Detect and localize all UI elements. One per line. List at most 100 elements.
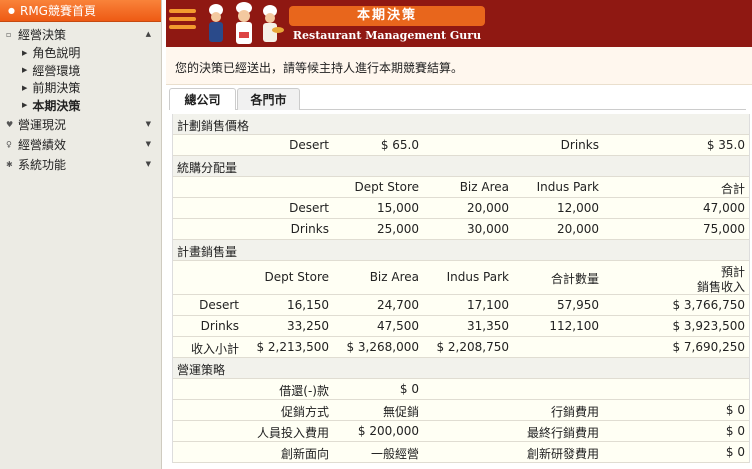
- sidebar-section-performance[interactable]: ♀ 經營績效 ▼: [0, 134, 161, 154]
- section-title: 營運策略: [177, 363, 226, 377]
- triangle-right-icon: ▶: [22, 83, 28, 92]
- table-row: 創新面向 一般經營 創新研發費用 $ 0: [173, 442, 749, 463]
- row-label: 促銷方式: [280, 405, 329, 419]
- cell-value: 30,000: [467, 222, 509, 236]
- cell-value: $ 2,213,500: [256, 340, 329, 354]
- cell-value: 無促銷: [382, 405, 419, 419]
- bulb-icon: ♀: [6, 139, 12, 149]
- sidebar-home-link[interactable]: ● RMG競賽首頁: [0, 0, 161, 22]
- tab-stores[interactable]: 各門市: [237, 88, 300, 111]
- section-header: 計畫銷售量: [173, 240, 749, 261]
- sidebar-item-previous-decision[interactable]: ▶ 前期決策: [0, 79, 161, 97]
- row-label: Desert: [289, 138, 329, 152]
- sidebar-item-current-decision[interactable]: ▶ 本期決策: [0, 97, 161, 115]
- sidebar-section-label: 經營績效: [18, 137, 67, 152]
- page-title: 本期決策: [289, 6, 485, 26]
- section-title: 統購分配量: [177, 161, 238, 175]
- row-label: 收入小計: [190, 342, 239, 356]
- triangle-right-icon: ▶: [22, 66, 28, 75]
- section-header: 統購分配量: [173, 156, 749, 177]
- sidebar-section-decisions[interactable]: ▫ 經營決策 ▲: [0, 24, 161, 44]
- cell-value: 15,000: [377, 201, 419, 215]
- row-label: 人員投入費用: [256, 426, 329, 440]
- sidebar-section-operations[interactable]: ♥ 營運現況 ▼: [0, 114, 161, 134]
- column-header: 合計: [720, 182, 745, 196]
- table-row: Desert $ 65.0 Drinks $ 35.0: [173, 135, 749, 156]
- cell-value: $ 0: [725, 403, 745, 417]
- row-label: 借還(-)款: [279, 384, 329, 398]
- cell-value: $ 0: [725, 445, 745, 459]
- cell-value: $ 7,690,250: [672, 340, 745, 354]
- sidebar-item-label: 經營環境: [32, 63, 81, 78]
- cell-value: 33,250: [287, 319, 329, 333]
- cell-value: $ 2,208,750: [436, 340, 509, 354]
- sidebar-item-environment[interactable]: ▶ 經營環境: [0, 62, 161, 80]
- cell-value: 31,350: [467, 319, 509, 333]
- cell-value: 12,000: [557, 201, 599, 215]
- gear-icon: ✱: [6, 159, 13, 169]
- column-header: Biz Area: [369, 270, 419, 284]
- app-subtitle: Restaurant Management Guru: [292, 29, 482, 42]
- section-title: 計劃銷售價格: [177, 119, 250, 133]
- table-row: Desert 15,000 20,000 12,000 47,000: [173, 198, 749, 219]
- row-label: 創新研發費用: [526, 447, 599, 461]
- table-row: 人員投入費用 $ 200,000 最終行銷費用 $ 0: [173, 421, 749, 442]
- row-label: Drinks: [560, 138, 599, 152]
- cell-value: 20,000: [467, 201, 509, 215]
- column-header: 合計數量: [550, 272, 599, 286]
- table-row: Drinks 25,000 30,000 20,000 75,000: [173, 219, 749, 240]
- document-icon: ▫: [6, 29, 12, 39]
- row-label: Desert: [199, 298, 239, 312]
- row-label: Drinks: [200, 319, 239, 333]
- cell-value: $ 35.0: [706, 138, 745, 152]
- cell-value: 16,150: [287, 298, 329, 312]
- status-message: 您的決策已經送出，請等候主持人進行本期競賽結算。: [166, 47, 752, 85]
- cell-value: $ 0: [399, 382, 419, 396]
- cell-value: 47,000: [703, 201, 745, 215]
- column-header: Indus Park: [446, 270, 509, 284]
- sidebar-section-label: 系統功能: [18, 157, 67, 172]
- home-icon: ●: [8, 6, 15, 15]
- cell-value: $ 3,766,750: [672, 298, 745, 312]
- cell-value: 17,100: [467, 298, 509, 312]
- sidebar-section-label: 營運現況: [18, 117, 67, 132]
- cell-value: $ 0: [725, 424, 745, 438]
- cell-value: $ 200,000: [357, 424, 419, 438]
- sidebar: ● RMG競賽首頁 ▫ 經營決策 ▲ ▶ 角色說明 ▶ 經營環境 ▶ 前期決策 …: [0, 0, 162, 469]
- table-row: Desert 16,150 24,700 17,100 57,950 $ 3,7…: [173, 295, 749, 316]
- table-row: 收入小計 $ 2,213,500 $ 3,268,000 $ 2,208,750…: [173, 337, 749, 358]
- decision-table: 計劃銷售價格 Desert $ 65.0 Drinks $ 35.0 統購分配量…: [166, 110, 752, 469]
- cell-value: 25,000: [377, 222, 419, 236]
- row-label: 行銷費用: [550, 405, 599, 419]
- cell-value: 一般經營: [370, 447, 419, 461]
- section-header: 計劃銷售價格: [173, 114, 749, 135]
- cell-value: $ 65.0: [380, 138, 419, 152]
- menu-icon[interactable]: [169, 9, 196, 35]
- column-header: 銷售收入: [696, 280, 745, 294]
- sidebar-home-label: RMG競賽首頁: [19, 4, 96, 18]
- chefs-logo: [204, 2, 284, 45]
- sidebar-item-roles[interactable]: ▶ 角色說明: [0, 44, 161, 62]
- row-label: Drinks: [290, 222, 329, 236]
- section-header: 營運策略: [173, 358, 749, 379]
- cell-value: 24,700: [377, 298, 419, 312]
- cell-value: 112,100: [549, 319, 599, 333]
- sidebar-section-label: 經營決策: [18, 27, 67, 42]
- row-label: 創新面向: [280, 447, 329, 461]
- tab-headquarters[interactable]: 總公司: [169, 88, 236, 111]
- table-row: Drinks 33,250 47,500 31,350 112,100 $ 3,…: [173, 316, 749, 337]
- tab-bar: 總公司 各門市: [166, 85, 752, 111]
- cell-value: 75,000: [703, 222, 745, 236]
- cell-value: $ 3,268,000: [346, 340, 419, 354]
- chevron-down-icon: ▼: [145, 160, 151, 168]
- chevron-down-icon: ▼: [145, 140, 151, 148]
- table-row: 借還(-)款 $ 0: [173, 379, 749, 400]
- sidebar-section-system[interactable]: ✱ 系統功能 ▼: [0, 154, 161, 174]
- chevron-down-icon: ▼: [145, 120, 151, 128]
- cell-value: 20,000: [557, 222, 599, 236]
- heart-icon: ♥: [6, 119, 14, 129]
- sidebar-item-label: 角色說明: [32, 46, 81, 61]
- header-banner: 本期決策 Restaurant Management Guru: [166, 0, 752, 47]
- triangle-right-icon: ▶: [22, 101, 28, 110]
- cell-value: 47,500: [377, 319, 419, 333]
